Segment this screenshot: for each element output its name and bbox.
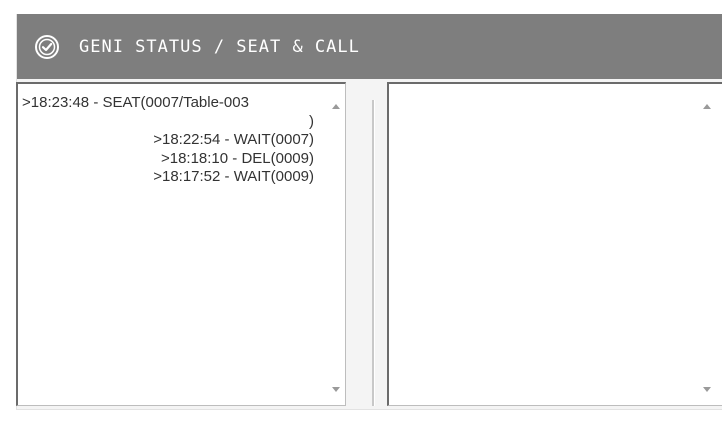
vertical-scrollbar[interactable] xyxy=(329,84,345,405)
list-item[interactable]: >18:23:48 - SEAT(0007/Table-003 xyxy=(22,94,314,113)
list-item[interactable]: >18:18:10 - DEL(0009) xyxy=(22,150,314,169)
list-item[interactable]: >18:17:52 - WAIT(0009) xyxy=(22,168,314,187)
panel-header: GENI STATUS / SEAT & CALL xyxy=(17,14,722,79)
arrow-up-icon[interactable] xyxy=(703,104,711,109)
vertical-scrollbar[interactable] xyxy=(700,84,716,405)
secondary-list[interactable] xyxy=(387,82,722,406)
seat-call-log-list[interactable]: >18:23:48 - SEAT(0007/Table-003 ) >18:22… xyxy=(16,82,346,406)
arrow-down-icon[interactable] xyxy=(703,387,711,392)
list-item[interactable]: >18:22:54 - WAIT(0007) xyxy=(22,131,314,150)
list-item[interactable]: ) xyxy=(22,113,314,132)
panel-divider xyxy=(372,100,375,406)
log-entries: >18:23:48 - SEAT(0007/Table-003 ) >18:22… xyxy=(22,94,314,187)
check-circle-icon xyxy=(34,34,60,60)
panel-title: GENI STATUS / SEAT & CALL xyxy=(79,37,360,57)
arrow-down-icon[interactable] xyxy=(332,387,340,392)
arrow-up-icon[interactable] xyxy=(332,104,340,109)
